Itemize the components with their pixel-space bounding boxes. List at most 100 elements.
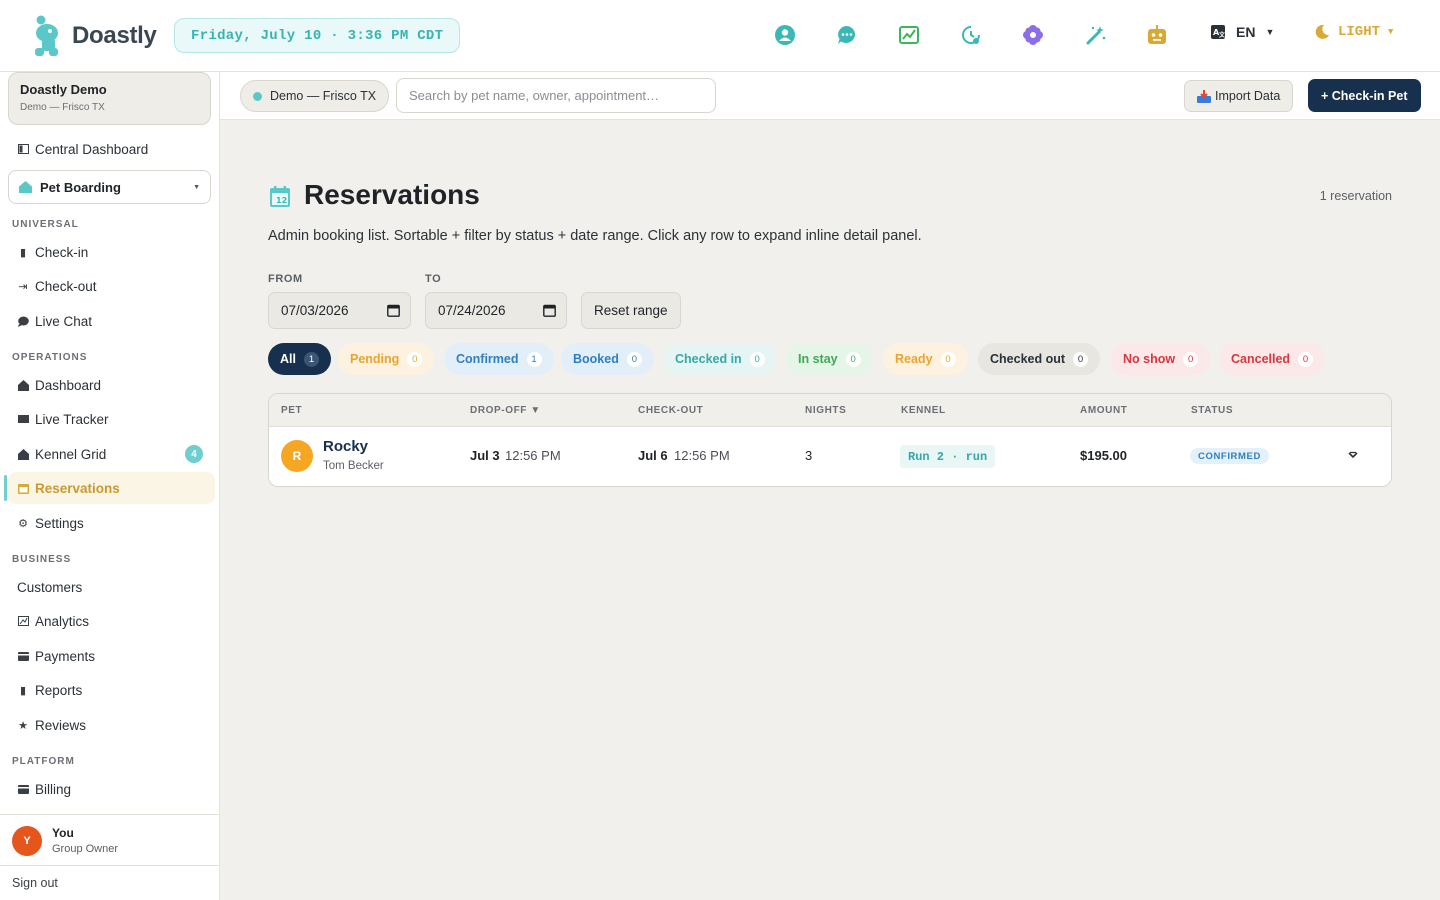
translate-icon: A文 bbox=[1211, 25, 1226, 39]
magic-wand-icon[interactable] bbox=[1085, 24, 1107, 46]
chart-icon bbox=[17, 615, 29, 627]
page-description: Admin booking list. Sortable + filter by… bbox=[268, 228, 922, 244]
sidebar-item-kennel-grid[interactable]: Kennel Grid 4 bbox=[8, 438, 215, 470]
filter-chip-no-show[interactable]: No show 0 bbox=[1111, 343, 1211, 375]
chip-count: 0 bbox=[626, 351, 642, 367]
user-profile[interactable]: Y You Group Owner bbox=[0, 814, 219, 866]
sidebar-item-central-dashboard[interactable]: Central Dashboard bbox=[8, 133, 215, 165]
sidebar-item-live-chat[interactable]: Live Chat bbox=[8, 305, 215, 337]
chip-label: All bbox=[280, 352, 296, 366]
chip-count: 1 bbox=[526, 351, 542, 367]
chip-label: Checked in bbox=[675, 352, 742, 366]
import-label: Import Data bbox=[1215, 89, 1281, 103]
to-label: TO bbox=[425, 273, 442, 285]
sidebar-item-label: Dashboard bbox=[35, 377, 102, 393]
filter-chip-booked[interactable]: Booked 0 bbox=[561, 343, 654, 375]
sidebar-item-label: Central Dashboard bbox=[35, 141, 149, 157]
status-dot-icon bbox=[253, 91, 262, 101]
filter-chip-pending[interactable]: Pending 0 bbox=[338, 343, 435, 375]
column-header-status[interactable]: STATUS bbox=[1191, 405, 1233, 416]
check-in-pet-button[interactable]: + Check-in Pet bbox=[1308, 79, 1421, 112]
sidebar-item-live-tracker[interactable]: Live Tracker bbox=[8, 403, 215, 435]
column-header-amount[interactable]: AMOUNT bbox=[1080, 405, 1127, 416]
sidebar-item-label: Live Tracker bbox=[35, 411, 109, 427]
pet-name[interactable]: Rocky bbox=[323, 438, 368, 455]
sidebar-item-label: Billing bbox=[35, 781, 72, 797]
location-selector[interactable]: Demo — Frisco TX bbox=[240, 80, 390, 112]
chart-icon[interactable] bbox=[898, 24, 920, 46]
dropoff-time: 12:56 PM bbox=[505, 448, 561, 463]
language-selector[interactable]: A文 EN ▼ bbox=[1210, 24, 1274, 40]
to-date-field[interactable]: 07/24/2026 bbox=[425, 292, 567, 329]
people-icon[interactable] bbox=[774, 24, 796, 46]
section-operations: OPERATIONS bbox=[12, 352, 88, 363]
sidebar-item-billing[interactable]: Billing bbox=[8, 773, 215, 805]
filter-chip-checked-in[interactable]: Checked in 0 bbox=[663, 343, 777, 375]
sidebar-item-analytics[interactable]: Analytics bbox=[8, 605, 215, 637]
sidebar: Doastly Demo Demo — Frisco TX Central Da… bbox=[0, 72, 220, 900]
clipboard-icon: ▮ bbox=[19, 246, 27, 259]
inbox-icon bbox=[1197, 89, 1211, 103]
kennel-tag: Run 2 · run bbox=[900, 445, 996, 468]
clock-icon[interactable] bbox=[960, 24, 982, 46]
chip-label: Cancelled bbox=[1231, 352, 1291, 366]
sidebar-item-label: Live Chat bbox=[35, 313, 93, 329]
calendar-icon bbox=[17, 482, 29, 494]
column-header-checkout[interactable]: CHECK-OUT bbox=[638, 405, 703, 416]
section-universal: UNIVERSAL bbox=[12, 219, 79, 230]
sidebar-item-label: Kennel Grid bbox=[35, 446, 107, 462]
from-date-field[interactable]: 07/03/2026 bbox=[268, 292, 411, 329]
filter-chip-checked-out[interactable]: Checked out 0 bbox=[978, 343, 1101, 375]
app-logo[interactable]: Doastly bbox=[32, 14, 157, 58]
reset-range-button[interactable]: Reset range bbox=[581, 292, 681, 329]
column-header-nights[interactable]: NIGHTS bbox=[805, 405, 846, 416]
flower-icon[interactable] bbox=[1022, 24, 1044, 46]
nights-count: 3 bbox=[805, 448, 813, 463]
dashboard-icon bbox=[17, 143, 29, 155]
column-header-pet[interactable]: PET bbox=[281, 405, 302, 416]
filter-chip-ready[interactable]: Ready 0 bbox=[883, 343, 968, 375]
chip-count: 0 bbox=[1183, 351, 1199, 367]
sidebar-item-customers[interactable]: Customers bbox=[8, 571, 215, 603]
sidebar-item-label: Reviews bbox=[35, 717, 87, 733]
sidebar-item-dashboard[interactable]: Dashboard bbox=[8, 369, 215, 401]
sign-out-link[interactable]: Sign out bbox=[0, 865, 219, 900]
chevron-down-icon: ▼ bbox=[1388, 27, 1394, 37]
chip-label: Checked out bbox=[990, 352, 1066, 366]
sidebar-item-settings[interactable]: ⚙ Settings bbox=[8, 507, 215, 539]
theme-toggle[interactable]: LIGHT ▼ bbox=[1314, 24, 1393, 40]
section-business: BUSINESS bbox=[12, 554, 72, 565]
svg-text:12: 12 bbox=[276, 196, 287, 205]
filter-chip-cancelled[interactable]: Cancelled 0 bbox=[1219, 343, 1326, 375]
org-switcher[interactable]: Doastly Demo Demo — Frisco TX bbox=[8, 72, 211, 125]
svg-text:文: 文 bbox=[1218, 31, 1226, 39]
credit-card-icon bbox=[17, 650, 29, 662]
sidebar-item-payments[interactable]: Payments bbox=[8, 640, 215, 672]
column-header-dropoff[interactable]: DROP-OFF ▼ bbox=[470, 405, 541, 416]
current-datetime: Friday, July 10 · 3:36 PM CDT bbox=[174, 18, 461, 53]
home-icon bbox=[19, 181, 32, 193]
from-label: FROM bbox=[268, 273, 303, 285]
language-label: EN bbox=[1236, 24, 1256, 40]
sidebar-item-label: Check-in bbox=[35, 244, 89, 260]
checkout-time: 12:56 PM bbox=[674, 448, 730, 463]
sidebar-item-reviews[interactable]: ★ Reviews bbox=[8, 709, 215, 741]
reservations-table: PET DROP-OFF ▼ CHECK-OUT NIGHTS KENNEL A… bbox=[268, 393, 1392, 487]
sidebar-item-reports[interactable]: ▮ Reports bbox=[8, 674, 215, 706]
chat-icon[interactable] bbox=[836, 24, 858, 46]
chevron-down-icon[interactable] bbox=[1347, 449, 1359, 461]
top-bar: Doastly Friday, July 10 · 3:36 PM CDT A文… bbox=[0, 0, 1440, 72]
import-data-button[interactable]: Import Data bbox=[1184, 80, 1294, 112]
sidebar-item-check-in[interactable]: ▮ Check-in bbox=[8, 236, 215, 268]
robot-icon[interactable] bbox=[1146, 24, 1168, 46]
column-header-kennel[interactable]: KENNEL bbox=[901, 405, 946, 416]
sidebar-item-check-out[interactable]: ⇥ Check-out bbox=[8, 270, 215, 302]
filter-chip-confirmed[interactable]: Confirmed 1 bbox=[444, 343, 554, 375]
chip-label: Ready bbox=[895, 352, 933, 366]
sidebar-item-label: Analytics bbox=[35, 613, 90, 629]
sidebar-item-reservations[interactable]: Reservations bbox=[4, 472, 215, 504]
search-input[interactable] bbox=[396, 78, 716, 113]
filter-chip-all[interactable]: All 1 bbox=[268, 343, 331, 375]
module-selector[interactable]: Pet Boarding ▼ bbox=[8, 170, 211, 204]
filter-chip-in-stay[interactable]: In stay 0 bbox=[786, 343, 873, 375]
